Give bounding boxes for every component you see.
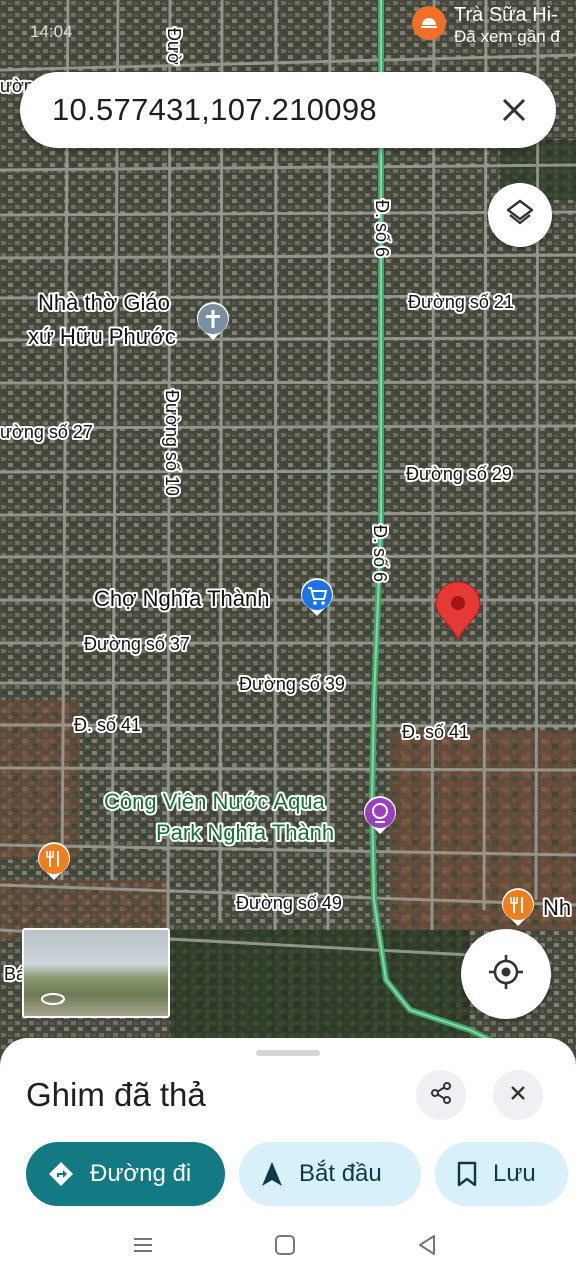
search-bar[interactable]: 10.577431,107.210098 bbox=[20, 72, 556, 148]
close-sheet-button[interactable] bbox=[493, 1070, 543, 1120]
street-view-thumbnail[interactable] bbox=[22, 928, 170, 1018]
poi-church-label-line1: Nhà thờ Giáo bbox=[38, 290, 170, 315]
close-icon bbox=[507, 1082, 529, 1109]
save-label: Lưu bbox=[493, 1160, 536, 1187]
my-location-button[interactable] bbox=[461, 929, 551, 1019]
street-label-duong-so-37: Đường số 37 bbox=[84, 634, 190, 654]
directions-label: Đường đi bbox=[90, 1160, 192, 1187]
save-button[interactable]: Lưu bbox=[435, 1142, 568, 1206]
sheet-drag-handle[interactable] bbox=[256, 1050, 320, 1056]
directions-icon bbox=[48, 1161, 74, 1187]
start-button[interactable]: Bắt đầu bbox=[239, 1142, 421, 1206]
poi-waterpark-label-line1: Công Viên Nước Aqua bbox=[104, 789, 326, 814]
street-label-d-so-41-right: Đ. số 41 bbox=[402, 722, 469, 742]
layers-icon bbox=[504, 197, 536, 234]
back-icon[interactable] bbox=[414, 1232, 440, 1258]
street-label-duong-so-49: Đường số 49 bbox=[236, 893, 342, 913]
bookmark-icon bbox=[457, 1161, 477, 1187]
poi-waterpark-label-line2: Park Nghĩa Thành bbox=[156, 820, 334, 845]
notification-subtitle: Đã xem gần đ bbox=[454, 27, 560, 46]
search-query[interactable]: 10.577431,107.210098 bbox=[52, 92, 377, 128]
rotate-360-icon bbox=[41, 993, 65, 1005]
street-label-duong-so-27: ường số 27 bbox=[0, 422, 93, 442]
notification-title: Trà Sữa Hi- bbox=[454, 4, 558, 26]
poi-market-label: Chợ Nghĩa Thành bbox=[94, 586, 269, 611]
layers-button[interactable] bbox=[488, 183, 552, 247]
food-delivery-icon bbox=[412, 6, 446, 40]
navigation-arrow-icon bbox=[261, 1161, 283, 1187]
notification-chip[interactable]: Trà Sữa Hi- Đã xem gần đ bbox=[412, 4, 560, 50]
poi-church-label-line2: xứ Hữu Phước bbox=[28, 324, 176, 349]
my-location-icon bbox=[486, 952, 526, 997]
share-button[interactable] bbox=[416, 1070, 466, 1120]
close-icon[interactable] bbox=[494, 90, 534, 130]
street-label-d-so-6-upper: Đ. số 6 bbox=[372, 200, 392, 257]
street-label-d-so-41-left: Đ. số 41 bbox=[74, 715, 141, 735]
street-label-duong-so-39: Đường số 39 bbox=[239, 674, 345, 694]
street-label-duong-so-10: Đường số 10 bbox=[162, 390, 182, 496]
start-label: Bắt đầu bbox=[299, 1160, 382, 1187]
recent-apps-icon[interactable] bbox=[130, 1232, 156, 1258]
street-label-duong-so-29: Đường số 29 bbox=[406, 464, 512, 484]
share-icon bbox=[428, 1080, 454, 1111]
poi-restaurant-right-label: Nh bbox=[543, 895, 571, 920]
system-nav-bar bbox=[0, 1210, 576, 1280]
home-icon[interactable] bbox=[272, 1232, 298, 1258]
status-time: 14:04 bbox=[30, 22, 73, 41]
sheet-title: Ghim đã thả bbox=[26, 1076, 206, 1113]
street-label-duong-so-21: Đường số 21 bbox=[408, 292, 514, 312]
directions-button[interactable]: Đường đi bbox=[26, 1142, 225, 1206]
street-label-d-so-6-lower: Đ. số 6 bbox=[370, 525, 390, 582]
